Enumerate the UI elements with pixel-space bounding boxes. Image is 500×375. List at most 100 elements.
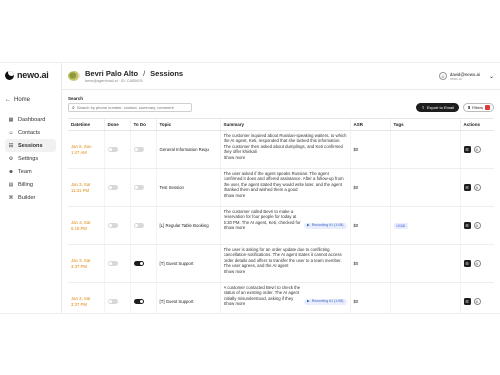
table-row[interactable]: Jan 3, Sat 3:37 PM [T] Guest Support The us…	[68, 244, 494, 283]
done-cell	[103, 244, 130, 283]
done-toggle[interactable]	[107, 260, 118, 266]
column-header-asr[interactable]: ASR	[349, 118, 390, 131]
sidebar-item-label: Billing	[18, 181, 33, 188]
asr-value: $0	[353, 299, 359, 304]
chat-icon[interactable]: ☰	[463, 298, 471, 305]
filter-icon: ⩩	[467, 105, 471, 110]
sidebar: newo.ai ← Home ▦ Dashboard ☺ Contacts ☷ Sessi…	[0, 63, 62, 313]
asr-cell: $0	[349, 168, 390, 207]
search-label: Search	[68, 96, 84, 101]
column-header-datetime[interactable]: Datetime	[68, 118, 104, 131]
asr-value: $0	[353, 223, 359, 228]
todo-toggle[interactable]	[133, 146, 144, 152]
show-more-link[interactable]: Show more	[224, 269, 246, 274]
row-actions: ☰ ⚙	[463, 260, 492, 267]
recording-pill[interactable]: ▶ Recording #1 (1:08)	[303, 222, 347, 229]
agent-subtitle: bevri@agentmail.ai · ID: CA55876	[85, 79, 143, 83]
show-more-link[interactable]: Show more	[224, 301, 246, 306]
session-time: 11:31 PM	[71, 187, 90, 193]
summary-block: The user is asking for an order update d…	[224, 247, 347, 280]
tags-cell: LEAD	[389, 206, 460, 245]
sidebar-item-contacts[interactable]: ☺ Contacts	[5, 126, 56, 139]
filters-button[interactable]: ⩩ Filters	[462, 103, 494, 112]
table-row[interactable]: Jan 3, Sat 6:19 PM [L] Regular Table Booki…	[68, 206, 494, 245]
column-header-done[interactable]: Done	[103, 118, 130, 131]
actions-cell: ☰ ⚙	[459, 130, 494, 169]
breadcrumb-separator: /	[143, 69, 146, 78]
user-org: newo.ai	[449, 76, 462, 81]
filter-count-badge	[485, 105, 490, 110]
done-toggle[interactable]	[107, 146, 118, 152]
topic-cell: [T] Guest Support	[155, 282, 220, 313]
todo-toggle[interactable]	[133, 298, 144, 304]
summary-text-wrap: The customer called Bevri to make a rese…	[224, 209, 301, 242]
export-to-email-button[interactable]: ⇪ Export to Email	[416, 103, 459, 112]
show-more-link[interactable]: Show more	[224, 193, 246, 198]
logo[interactable]: newo.ai	[5, 70, 56, 80]
actions-cell: ☰ ⚙	[459, 244, 494, 283]
breadcrumb-agent[interactable]: Bevri Palo Alto	[85, 69, 138, 78]
search-box[interactable]: ⌕	[68, 103, 192, 112]
chat-icon[interactable]: ☰	[463, 222, 471, 229]
done-toggle[interactable]	[107, 184, 118, 190]
table-row[interactable]: Jan 3, Sat 3:37 PM [T] Guest Support A cust…	[68, 282, 494, 313]
export-label: Export to Email	[426, 105, 454, 110]
chat-icon[interactable]: ☰	[463, 260, 471, 267]
sidebar-item-builder[interactable]: ⌘ Builder	[5, 191, 56, 204]
column-header-tags[interactable]: Tags	[389, 118, 460, 131]
user-menu[interactable]: ☺ david@newo.ai newo.ai ⌄	[438, 72, 494, 81]
chevron-down-icon[interactable]: ⌄	[489, 73, 494, 80]
home-link[interactable]: ← Home	[5, 97, 56, 103]
done-cell	[103, 282, 130, 313]
show-more-link[interactable]: Show more	[224, 225, 246, 230]
sidebar-item-sessions[interactable]: ☷ Sessions	[5, 139, 56, 152]
summary-text-wrap: A customer contacted Bevri to check the …	[224, 285, 301, 313]
datetime-cell: Jan 6, Sun 1:47 AM	[68, 130, 104, 169]
home-label: Home	[14, 97, 31, 103]
chat-icon[interactable]: ☰	[463, 146, 471, 153]
datetime-cell: Jan 3, Sat 11:31 PM	[68, 168, 104, 207]
settings-icon: ⚙	[8, 155, 14, 162]
session-time: 6:19 PM	[71, 225, 88, 231]
sidebar-item-dashboard[interactable]: ▦ Dashboard	[5, 113, 56, 126]
column-header-to-do[interactable]: To Do	[129, 118, 156, 131]
summary-text: The user asked if the agent speaks Russi…	[223, 171, 344, 193]
sidebar-item-settings[interactable]: ⚙ Settings	[5, 152, 56, 165]
row-actions: ☰ ⚙	[463, 184, 492, 191]
summary-text: The user is asking for an order update d…	[223, 247, 342, 269]
topic-cell: [T] Guest Support	[155, 244, 220, 283]
column-header-topic[interactable]: Topic	[155, 118, 220, 131]
table-row[interactable]: Jan 3, Sat 11:31 PM Test Session The user a…	[68, 168, 494, 207]
sidebar-item-team[interactable]: ☻ Team	[5, 165, 56, 178]
asr-value: $0	[353, 147, 359, 152]
recording-pill[interactable]: ▶ Recording #1 (1:55)	[303, 298, 347, 305]
column-header-actions[interactable]: Actions	[459, 118, 494, 131]
chat-icon[interactable]: ☰	[463, 184, 471, 191]
todo-cell	[129, 168, 156, 207]
todo-cell	[129, 244, 156, 283]
topic-cell: General Information Requ	[155, 130, 220, 169]
settings-icon[interactable]: ⚙	[473, 222, 481, 229]
search-input[interactable]	[76, 105, 187, 110]
topic-text: [T] Guest Support	[159, 299, 194, 304]
settings-icon[interactable]: ⚙	[473, 298, 481, 305]
column-header-summary[interactable]: Summary	[219, 118, 350, 131]
settings-icon[interactable]: ⚙	[473, 146, 481, 153]
asr-cell: $0	[349, 244, 390, 283]
settings-icon[interactable]: ⚙	[473, 184, 481, 191]
settings-icon[interactable]: ⚙	[473, 260, 481, 267]
sidebar-item-billing[interactable]: ▤ Billing	[5, 178, 56, 191]
sidebar-item-label: Contacts	[18, 129, 41, 136]
todo-toggle[interactable]	[133, 222, 144, 228]
topic-text: General Information Requ	[159, 147, 209, 152]
todo-toggle[interactable]	[133, 184, 144, 190]
done-toggle[interactable]	[107, 298, 118, 304]
done-toggle[interactable]	[107, 222, 118, 228]
sidebar-item-label: Builder	[18, 194, 36, 201]
todo-toggle[interactable]	[133, 260, 144, 266]
show-more-link[interactable]: Show more	[224, 155, 246, 160]
filters-label: Filters	[472, 105, 483, 110]
sidebar-item-label: Sessions	[18, 142, 43, 149]
datetime-cell: Jan 3, Sat 3:37 PM	[68, 244, 104, 283]
table-row[interactable]: Jan 6, Sun 1:47 AM General Information Req…	[68, 130, 494, 169]
